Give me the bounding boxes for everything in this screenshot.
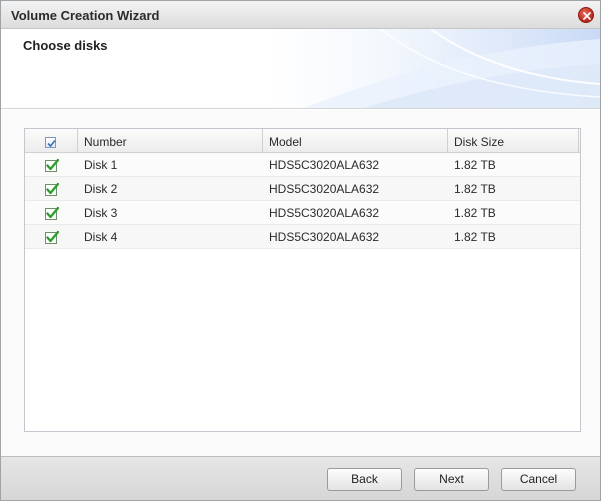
table-row[interactable]: Disk 2 HDS5C3020ALA632 1.82 TB: [25, 177, 580, 201]
window-title: Volume Creation Wizard: [11, 8, 160, 23]
checked-checkbox-icon[interactable]: [45, 207, 59, 220]
select-all-checkbox[interactable]: [45, 137, 56, 148]
disk-number: Disk 2: [84, 182, 118, 196]
checked-checkbox-icon[interactable]: [45, 183, 59, 196]
back-button[interactable]: Back: [327, 468, 402, 491]
column-header-number-label: Number: [84, 135, 127, 149]
checked-checkbox-icon[interactable]: [45, 231, 59, 244]
disk-size: 1.82 TB: [454, 206, 496, 220]
check-icon: [47, 139, 56, 148]
table-row[interactable]: Disk 4 HDS5C3020ALA632 1.82 TB: [25, 225, 580, 249]
disk-number: Disk 1: [84, 158, 118, 172]
cancel-button[interactable]: Cancel: [501, 468, 576, 491]
wizard-header: Choose disks: [1, 29, 600, 109]
table-header: Number Model Disk Size: [25, 129, 580, 153]
disk-number: Disk 4: [84, 230, 118, 244]
title-bar[interactable]: Volume Creation Wizard: [1, 1, 600, 29]
disk-size: 1.82 TB: [454, 230, 496, 244]
disk-model: HDS5C3020ALA632: [269, 182, 380, 196]
disk-size: 1.82 TB: [454, 158, 496, 172]
wizard-body: Number Model Disk Size Disk 1 HDS5C3020A…: [1, 109, 600, 459]
column-header-number[interactable]: Number: [78, 129, 263, 153]
column-header-disk-size[interactable]: Disk Size: [448, 129, 579, 153]
column-header-model[interactable]: Model: [263, 129, 448, 153]
disk-model: HDS5C3020ALA632: [269, 230, 380, 244]
disk-number: Disk 3: [84, 206, 118, 220]
close-icon: [583, 12, 591, 20]
select-all-column: [25, 129, 78, 153]
column-header-disk-size-label: Disk Size: [454, 135, 505, 149]
close-button[interactable]: [578, 7, 594, 23]
column-header-model-label: Model: [269, 135, 302, 149]
table-row[interactable]: Disk 1 HDS5C3020ALA632 1.82 TB: [25, 153, 580, 177]
checked-checkbox-icon[interactable]: [45, 159, 59, 172]
step-title: Choose disks: [23, 38, 108, 53]
disk-size: 1.82 TB: [454, 182, 496, 196]
next-button[interactable]: Next: [414, 468, 489, 491]
table-row[interactable]: Disk 3 HDS5C3020ALA632 1.82 TB: [25, 201, 580, 225]
disk-table: Number Model Disk Size Disk 1 HDS5C3020A…: [24, 128, 581, 432]
disk-model: HDS5C3020ALA632: [269, 206, 380, 220]
disk-model: HDS5C3020ALA632: [269, 158, 380, 172]
wizard-footer: Back Next Cancel: [1, 456, 600, 500]
wizard-window: Volume Creation Wizard Choose disks Numb…: [0, 0, 601, 501]
